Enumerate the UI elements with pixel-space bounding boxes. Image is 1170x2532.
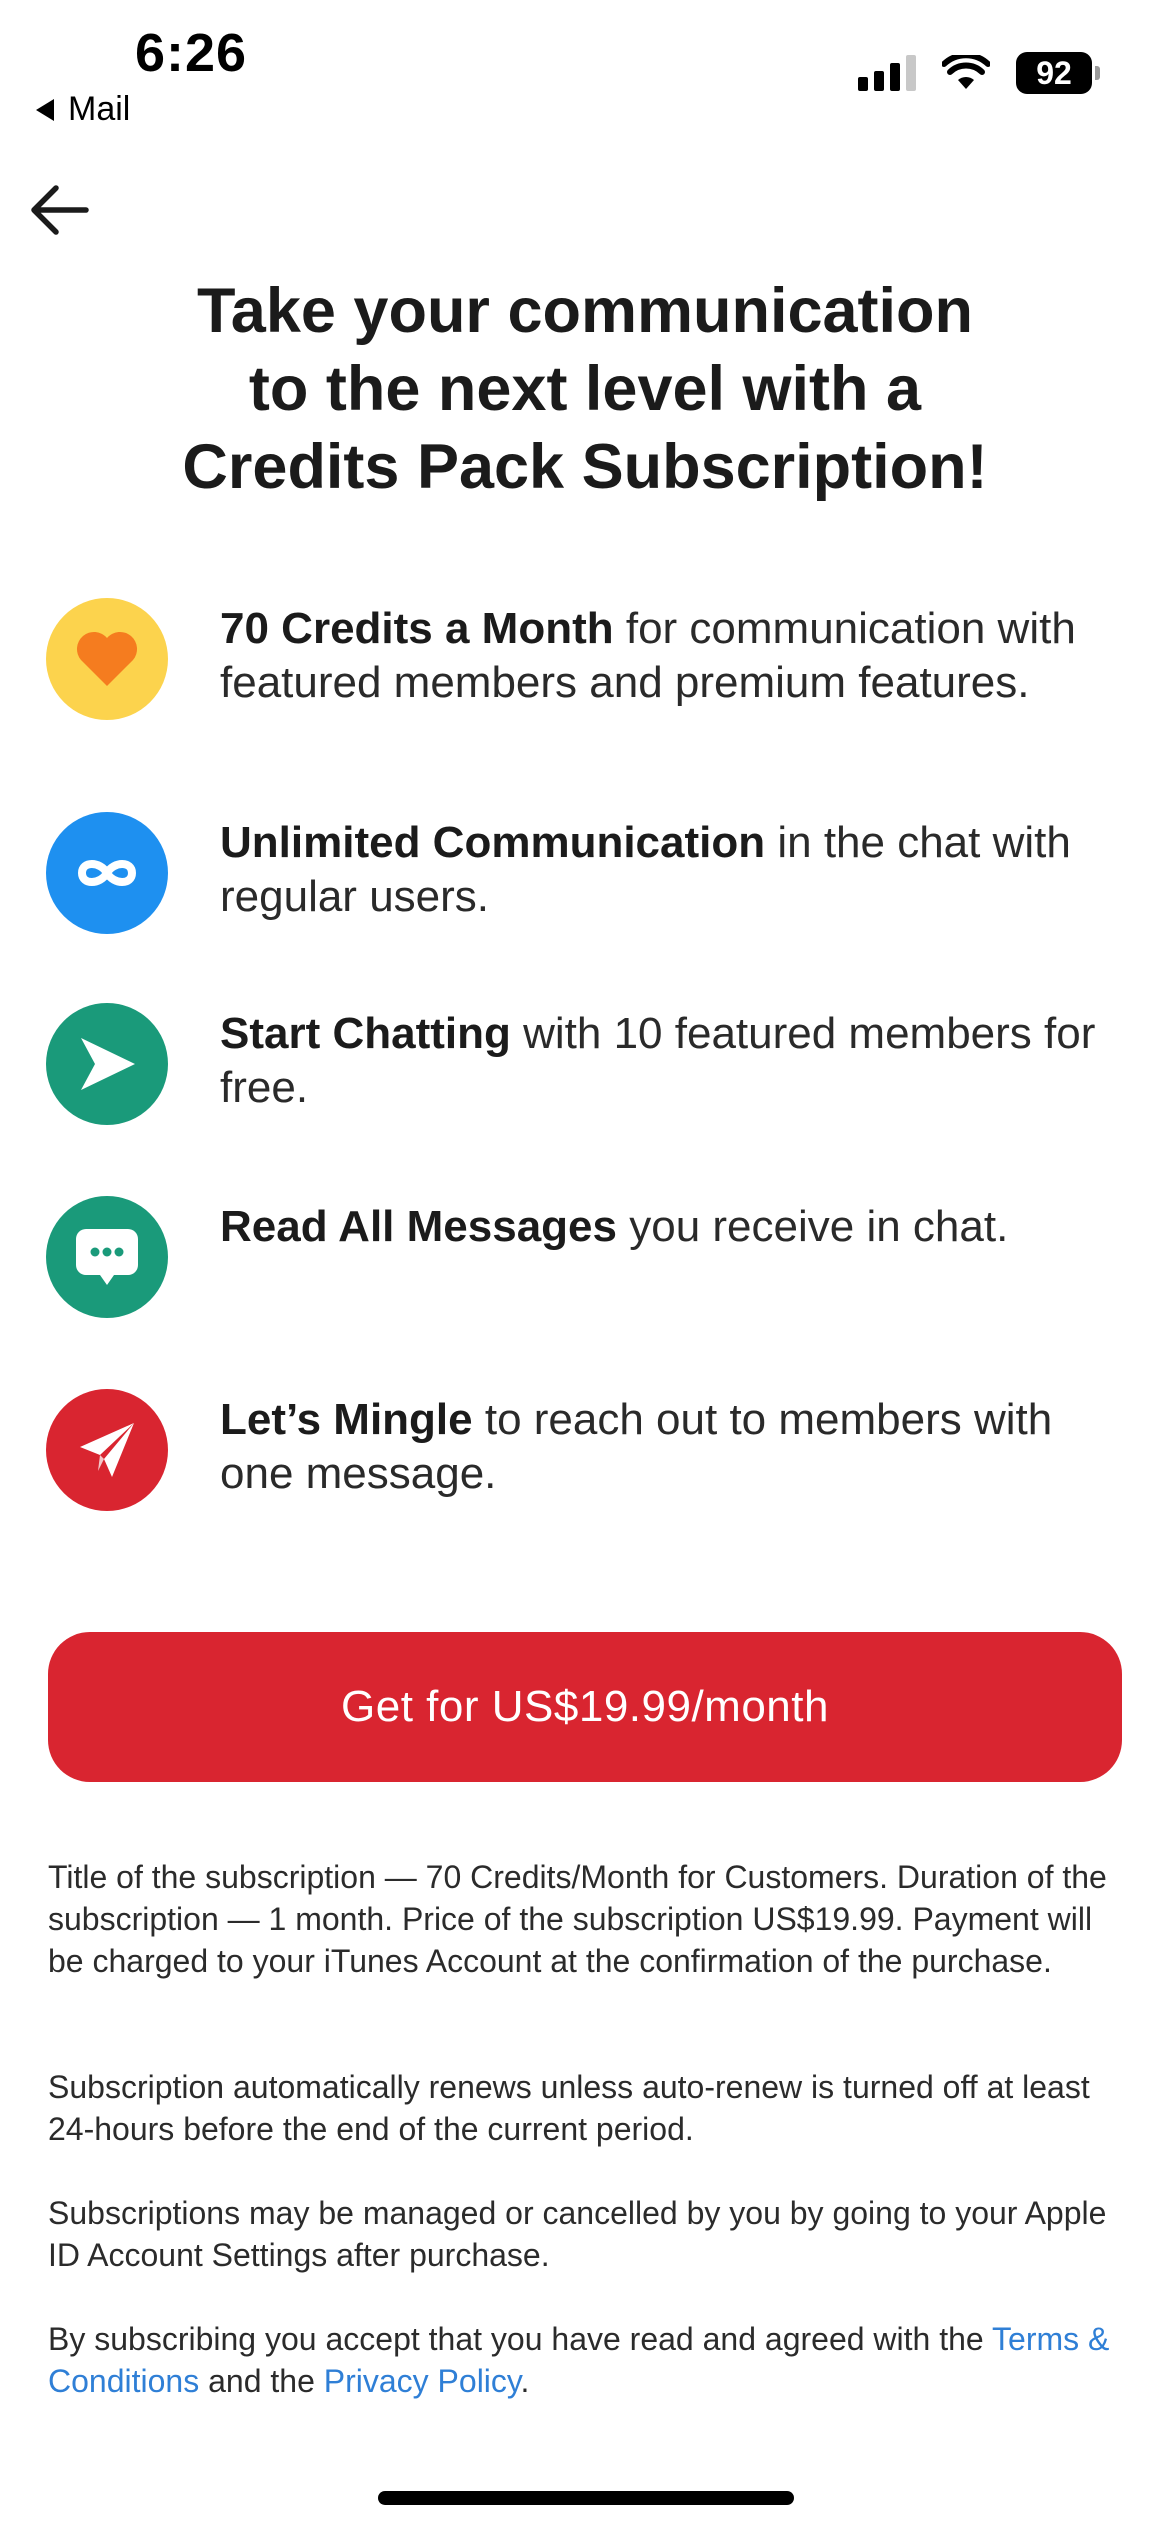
- title-line-1: Take your communication: [197, 276, 973, 346]
- paper-plane-icon: [46, 1389, 168, 1511]
- arrow-left-icon: [31, 185, 89, 235]
- agreement-text-end: .: [520, 2363, 530, 2399]
- feature-item-read-messages: Read All Messages you receive in chat.: [46, 1196, 1126, 1318]
- back-button[interactable]: [28, 178, 92, 242]
- back-triangle-icon: [36, 98, 54, 121]
- cellular-signal-icon: [858, 55, 916, 91]
- privacy-policy-link[interactable]: Privacy Policy: [324, 2363, 521, 2399]
- status-indicators: 92: [858, 52, 1100, 94]
- feature-item-start-chatting: Start Chatting with 10 featured members …: [46, 1003, 1126, 1125]
- feature-text: Read All Messages you receive in chat.: [220, 1200, 1125, 1254]
- agreement-text: By subscribing you accept that you have …: [48, 2321, 993, 2357]
- agreement-text-middle: and the: [199, 2363, 324, 2399]
- status-time: 6:26: [135, 23, 248, 83]
- battery-icon: 92: [1016, 52, 1100, 94]
- legal-paragraph-agreement: By subscribing you accept that you have …: [48, 2318, 1128, 2402]
- feature-title: Start Chatting: [220, 1009, 511, 1058]
- battery-level: 92: [1016, 52, 1092, 94]
- feature-text: Let’s Mingle to reach out to members wit…: [220, 1393, 1125, 1501]
- title-line-3: Credits Pack Subscription!: [182, 432, 988, 502]
- legal-paragraph-auto-renew: Subscription automatically renews unless…: [48, 2066, 1128, 2150]
- feature-text: 70 Credits a Month for communication wit…: [220, 602, 1125, 710]
- subscribe-button[interactable]: Get for US$19.99/month: [48, 1632, 1122, 1782]
- chat-bubble-icon: [46, 1196, 168, 1318]
- page-title: Take your communication to the next leve…: [60, 272, 1110, 506]
- legal-text: By subscribing you accept that you have …: [48, 2318, 1128, 2402]
- heart-icon: [46, 598, 168, 720]
- feature-description: you receive in chat.: [617, 1202, 1009, 1251]
- feature-title: Let’s Mingle: [220, 1395, 473, 1444]
- play-icon: [46, 1003, 168, 1125]
- legal-text: Subscription automatically renews unless…: [48, 2069, 1090, 2147]
- legal-text: Subscriptions may be managed or cancelle…: [48, 2195, 1107, 2273]
- legal-text: Title of the subscription — 70 Credits/M…: [48, 1859, 1107, 1979]
- legal-paragraph-subscription-info: Title of the subscription — 70 Credits/M…: [48, 1856, 1128, 1982]
- wifi-icon: [942, 55, 990, 89]
- home-indicator[interactable]: [378, 2491, 794, 2505]
- infinity-icon: [46, 812, 168, 934]
- back-app-label: Mail: [68, 90, 131, 128]
- feature-item-unlimited: Unlimited Communication in the chat with…: [46, 812, 1126, 934]
- feature-text: Unlimited Communication in the chat with…: [220, 816, 1125, 924]
- feature-item-lets-mingle: Let’s Mingle to reach out to members wit…: [46, 1389, 1126, 1511]
- feature-text: Start Chatting with 10 featured members …: [220, 1007, 1125, 1115]
- legal-paragraph-manage: Subscriptions may be managed or cancelle…: [48, 2192, 1128, 2276]
- back-to-mail-link[interactable]: Mail: [36, 90, 130, 129]
- feature-item-credits: 70 Credits a Month for communication wit…: [46, 598, 1126, 720]
- feature-title: Read All Messages: [220, 1202, 617, 1251]
- feature-title: Unlimited Communication: [220, 818, 766, 867]
- feature-title: 70 Credits a Month: [220, 604, 614, 653]
- title-line-2: to the next level with a: [248, 354, 922, 424]
